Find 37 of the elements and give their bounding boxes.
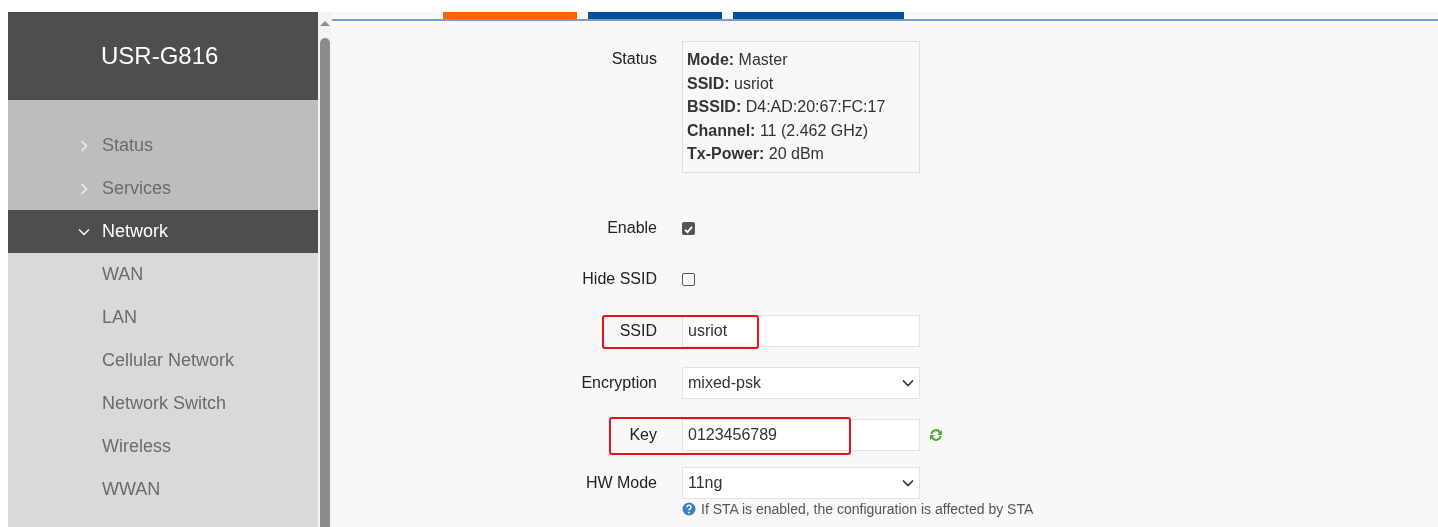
field-label: Status <box>611 50 657 68</box>
hint-text: If STA is enabled, the configuration is affected by STA <box>701 500 1034 517</box>
submenu-item[interactable]: WAN <box>102 264 144 285</box>
input-field[interactable]: 0123456789 <box>682 418 920 451</box>
status-line: Channel: 11 (2.462 GHz) <box>687 120 870 141</box>
checkbox[interactable] <box>682 272 695 286</box>
submenu-item[interactable]: Cellular Network <box>102 350 235 371</box>
field-label: HW Mode <box>585 473 657 492</box>
submenu-item[interactable]: Network Switch <box>102 393 227 414</box>
chevron-right-icon <box>78 139 90 152</box>
device-title: USR-G816 <box>101 42 219 69</box>
scrollbar-thumb[interactable] <box>320 38 330 527</box>
checkbox[interactable] <box>682 221 695 235</box>
submenu-item[interactable]: WWAN <box>102 479 161 500</box>
scroll-up-icon[interactable] <box>320 20 330 27</box>
field-label: Key <box>629 425 657 444</box>
sidebar-item[interactable]: Network <box>8 210 318 253</box>
dropdown[interactable]: mixed-psk <box>682 366 920 399</box>
chevron-down-icon <box>902 378 914 387</box>
help-icon <box>682 501 696 516</box>
sidebar-item[interactable]: Status <box>8 124 318 167</box>
input-field[interactable]: usriot <box>682 314 920 347</box>
dropdown[interactable]: 11ng <box>682 466 920 499</box>
status-line: SSID: usriot <box>687 73 775 94</box>
field-label: SSID <box>619 321 657 340</box>
chevron-down-icon <box>902 478 914 487</box>
field-label: Enable <box>607 219 657 238</box>
chevron-right-icon <box>78 182 90 195</box>
status-line: Tx-Power: 20 dBm <box>687 144 825 165</box>
sidebar-item[interactable]: Services <box>8 167 318 210</box>
submenu-item[interactable]: Wireless <box>102 436 171 457</box>
field-label: Hide SSID <box>582 270 657 289</box>
field-label: Encryption <box>581 373 657 392</box>
submenu-item[interactable]: LAN <box>102 307 137 328</box>
status-line: BSSID: D4:AD:20:67:FC:17 <box>687 97 887 118</box>
status-line: Mode: Master <box>687 50 789 70</box>
refresh-icon[interactable] <box>928 426 944 443</box>
